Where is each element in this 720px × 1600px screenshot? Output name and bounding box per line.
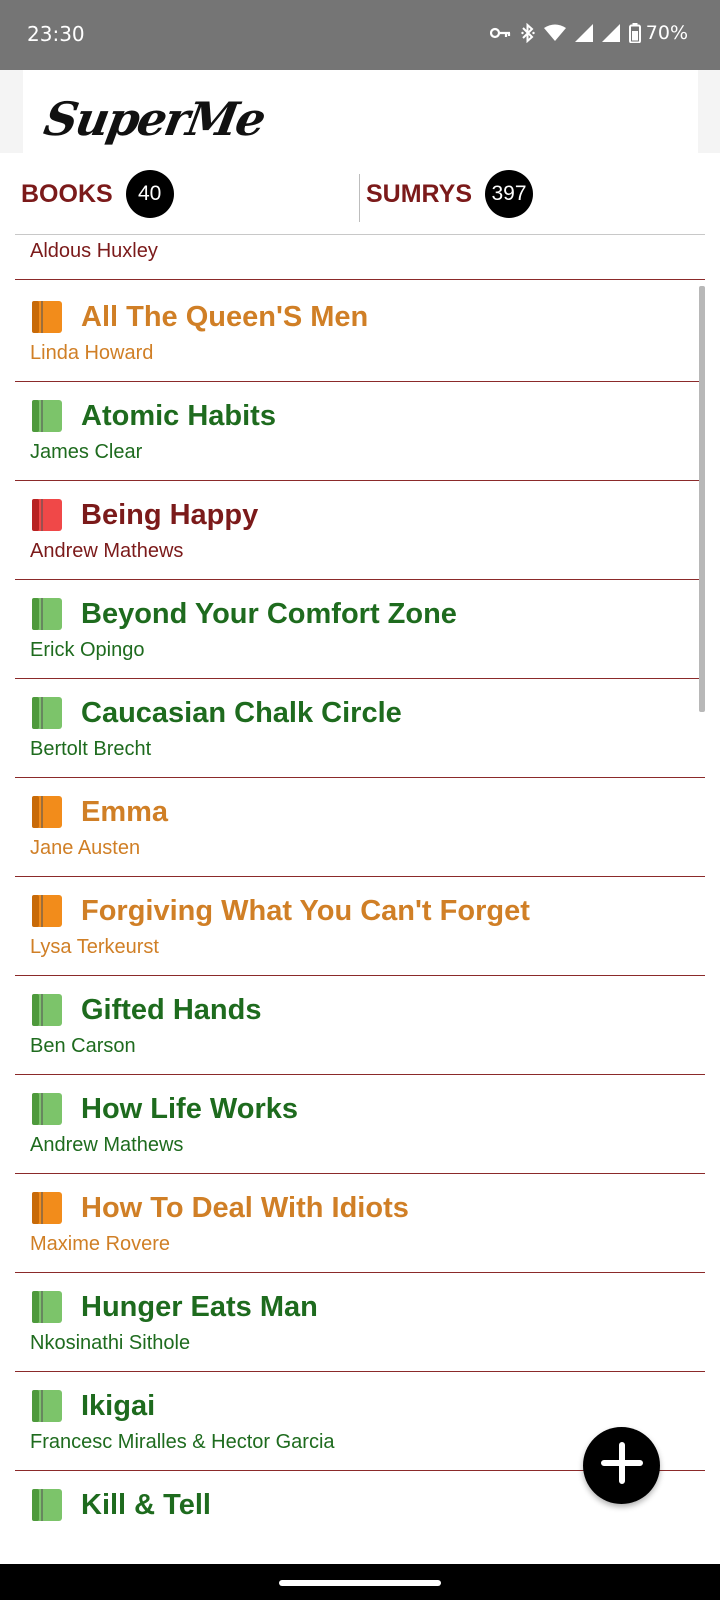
list-item[interactable]: Being Happy Andrew Mathews (15, 479, 705, 580)
green-book-icon (32, 598, 62, 630)
book-title: Emma (81, 796, 169, 828)
book-title: Caucasian Chalk Circle (81, 697, 402, 729)
green-book-icon (32, 697, 62, 729)
status-time: 23:30 (27, 22, 85, 46)
book-author: Francesc Miralles & Hector Garcia (30, 1431, 335, 1453)
book-author: Jane Austen (30, 837, 141, 859)
orange-book-icon (32, 796, 62, 828)
app-logo: SuperMe (40, 92, 269, 146)
book-title: All The Queen'S Men (81, 301, 369, 333)
book-author: Bertolt Brecht (30, 738, 152, 760)
book-list[interactable]: Aldous Huxley All The Queen'S Men Linda H… (0, 236, 720, 1564)
list-item[interactable]: All The Queen'S Men Linda Howard (15, 281, 705, 382)
book-author: Erick Opingo (30, 639, 145, 661)
list-item[interactable]: Emma Jane Austen (15, 776, 705, 877)
green-book-icon (32, 1489, 62, 1521)
scrollbar[interactable] (699, 286, 705, 712)
bluetooth-icon (521, 23, 535, 43)
list-item[interactable]: Aldous Huxley (15, 236, 705, 280)
book-title: Being Happy (81, 499, 259, 531)
green-book-icon (32, 1291, 62, 1323)
orange-book-icon (32, 1192, 62, 1224)
tab-sumrys[interactable]: SUMRYS 397 (366, 153, 534, 235)
list-item[interactable]: Atomic Habits James Clear (15, 380, 705, 481)
tab-sumrys-label: SUMRYS (366, 179, 473, 208)
signal-icon (574, 24, 593, 42)
list-item[interactable]: Hunger Eats Man Nkosinathi Sithole (15, 1271, 705, 1372)
green-book-icon (32, 1093, 62, 1125)
tab-divider (359, 174, 360, 222)
red-book-icon (32, 499, 62, 531)
book-title: Kill & Tell (81, 1489, 211, 1521)
list-item[interactable]: Caucasian Chalk Circle Bertolt Brecht (15, 677, 705, 778)
list-item[interactable]: How To Deal With Idiots Maxime Rovere (15, 1172, 705, 1273)
status-icons: 70% (489, 22, 688, 44)
app-screen: 23:30 70% SuperMe BOOKS 40 SUMRYS 397 Al… (0, 0, 720, 1600)
list-item[interactable]: Gifted Hands Ben Carson (15, 974, 705, 1075)
book-author: Aldous Huxley (30, 240, 158, 262)
signal-icon (601, 24, 620, 42)
book-title: How Life Works (81, 1093, 298, 1125)
book-author: James Clear (30, 441, 143, 463)
battery-icon (628, 23, 641, 43)
book-author: Linda Howard (30, 342, 154, 364)
vpn-key-icon (489, 26, 512, 40)
tab-books[interactable]: BOOKS 40 (21, 153, 174, 235)
book-title: Forgiving What You Can't Forget (81, 895, 530, 927)
book-title: Ikigai (81, 1390, 156, 1422)
tab-bar: BOOKS 40 SUMRYS 397 (15, 153, 705, 235)
book-author: Andrew Mathews (30, 540, 184, 562)
add-book-button[interactable] (583, 1427, 660, 1504)
green-book-icon (32, 1390, 62, 1422)
green-book-icon (32, 994, 62, 1026)
list-item[interactable]: Forgiving What You Can't Forget Lysa Terk… (15, 875, 705, 976)
orange-book-icon (32, 301, 62, 333)
book-title: Beyond Your Comfort Zone (81, 598, 457, 630)
book-title: Hunger Eats Man (81, 1291, 318, 1323)
home-gesture-handle[interactable] (279, 1580, 441, 1586)
book-title: Atomic Habits (81, 400, 276, 432)
book-author: Lysa Terkeurst (30, 936, 159, 958)
books-count-badge: 40 (125, 170, 174, 218)
book-title: Gifted Hands (81, 994, 262, 1026)
book-author: Andrew Mathews (30, 1134, 184, 1156)
tab-books-label: BOOKS (21, 179, 113, 208)
wifi-icon (543, 24, 566, 42)
status-bar: 23:30 70% (0, 0, 720, 70)
book-author: Maxime Rovere (30, 1233, 171, 1255)
book-author: Nkosinathi Sithole (30, 1332, 191, 1354)
list-item[interactable]: How Life Works Andrew Mathews (15, 1073, 705, 1174)
sumrys-count-badge: 397 (485, 170, 534, 218)
list-item[interactable]: Beyond Your Comfort Zone Erick Opingo (15, 578, 705, 679)
book-title: How To Deal With Idiots (81, 1192, 409, 1224)
plus-icon (600, 1441, 644, 1490)
book-author: Ben Carson (30, 1035, 136, 1057)
battery-percent: 70% (645, 22, 688, 44)
orange-book-icon (32, 895, 62, 927)
green-book-icon (32, 400, 62, 432)
